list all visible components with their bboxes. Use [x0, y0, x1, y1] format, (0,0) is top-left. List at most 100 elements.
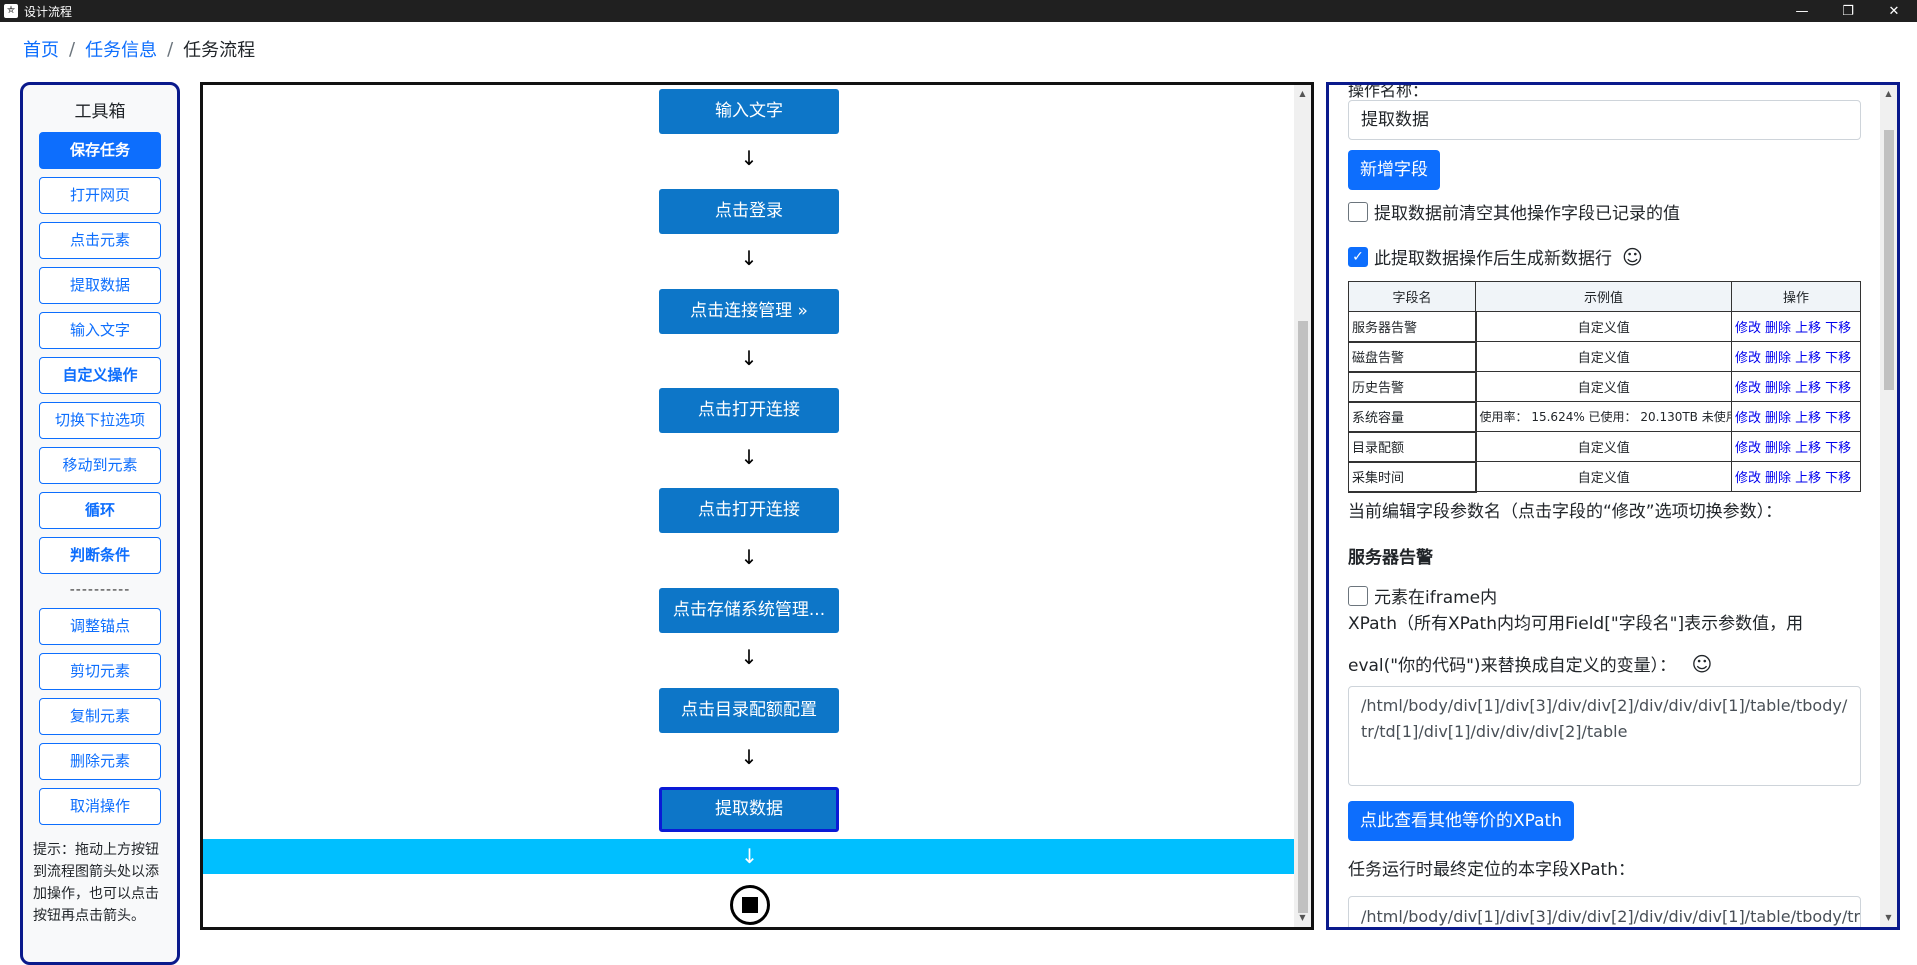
breadcrumb-home-link[interactable]: 首页: [23, 36, 59, 62]
delete-link[interactable]: 删除: [1765, 321, 1791, 336]
flow-node-open-connection[interactable]: 点击打开连接: [659, 388, 839, 433]
edit-link[interactable]: 修改: [1735, 381, 1761, 396]
move-down-link[interactable]: 下移: [1825, 441, 1851, 456]
flow-node-input-text[interactable]: 输入文字: [659, 89, 839, 134]
table-row: 系统容量 使用率： 15.624% 已使用： 20.130TB 未使用 修改 删除…: [1347, 401, 1861, 433]
scroll-up-icon[interactable]: ▲: [1880, 87, 1897, 101]
flow-node-storage-mgmt[interactable]: 点击存储系统管理...: [659, 588, 839, 633]
field-ops: 修改 删除 上移 下移: [1731, 401, 1861, 432]
field-name: 磁盘告警: [1347, 341, 1477, 373]
delete-link[interactable]: 删除: [1765, 411, 1791, 426]
delete-link[interactable]: 删除: [1765, 441, 1791, 456]
scroll-down-icon[interactable]: ▼: [1294, 911, 1311, 925]
edit-link[interactable]: 修改: [1735, 441, 1761, 456]
checkbox-checked-icon[interactable]: ✓: [1348, 246, 1368, 267]
close-button[interactable]: ✕: [1871, 0, 1917, 22]
flow-node-quota-config[interactable]: 点击目录配额配置: [659, 688, 839, 733]
view-equivalent-xpath-button[interactable]: 点此查看其他等价的XPath: [1348, 801, 1574, 841]
maximize-button[interactable]: ❐: [1825, 0, 1871, 22]
flow-arrow-highlighted[interactable]: ↓: [203, 839, 1296, 874]
table-row: 磁盘告警 自定义值 修改 删除 上移 下移: [1347, 341, 1861, 373]
toolbox-title: 工具箱: [74, 102, 126, 122]
move-down-link[interactable]: 下移: [1825, 411, 1851, 426]
smile-icon[interactable]: ☺: [1691, 652, 1712, 676]
move-up-link[interactable]: 上移: [1795, 321, 1821, 336]
toolbox-hint: 提示：拖动上方按钮到流程图箭头处以添加操作，也可以点击按钮再点击箭头。: [33, 842, 159, 924]
minimize-button[interactable]: —: [1779, 0, 1825, 22]
title-bar: ⛤ 设计流程 — ❐ ✕: [0, 0, 1917, 22]
field-ops: 修改 删除 上移 下移: [1731, 371, 1861, 402]
panel-scrollbar[interactable]: ▲ ▼: [1880, 85, 1897, 927]
flow-arrow[interactable]: ↓: [659, 445, 839, 469]
flow-node-extract-data[interactable]: 提取数据: [659, 787, 839, 832]
breadcrumb-task-info-link[interactable]: 任务信息: [85, 36, 157, 62]
move-down-link[interactable]: 下移: [1825, 321, 1851, 336]
adjust-anchor-button[interactable]: 调整锚点: [39, 608, 161, 645]
final-xpath-input[interactable]: /html/body/div[1]/div[3]/div/div[2]/div/…: [1348, 896, 1861, 927]
table-row: 采集时间 自定义值 修改 删除 上移 下移: [1347, 461, 1861, 493]
copy-element-button[interactable]: 复制元素: [39, 698, 161, 735]
input-text-button[interactable]: 输入文字: [39, 312, 161, 349]
delete-element-button[interactable]: 删除元素: [39, 743, 161, 780]
field-value: 自定义值: [1475, 341, 1733, 372]
delete-link[interactable]: 删除: [1765, 471, 1791, 486]
save-task-button[interactable]: 保存任务: [39, 132, 161, 169]
field-name: 采集时间: [1347, 461, 1477, 493]
scroll-up-icon[interactable]: ▲: [1294, 87, 1311, 101]
xpath-textarea[interactable]: /html/body/div[1]/div[3]/div/div[2]/div/…: [1348, 686, 1861, 786]
edit-link[interactable]: 修改: [1735, 411, 1761, 426]
operation-name-input[interactable]: 提取数据: [1348, 100, 1861, 140]
edit-link[interactable]: 修改: [1735, 351, 1761, 366]
flow-node-click-connection-mgmt[interactable]: 点击连接管理 »: [659, 289, 839, 334]
flow-canvas: 输入文字 ↓ 点击登录 ↓ 点击连接管理 » ↓ 点击打开连接 ↓ 点击打开连接…: [200, 82, 1314, 930]
checkbox-icon[interactable]: [1348, 201, 1368, 222]
move-up-link[interactable]: 上移: [1795, 351, 1821, 366]
delete-link[interactable]: 删除: [1765, 381, 1791, 396]
condition-button[interactable]: 判断条件: [39, 537, 161, 574]
flow-node-click-login[interactable]: 点击登录: [659, 189, 839, 234]
panel-scrollbar-thumb[interactable]: [1884, 130, 1894, 390]
click-element-button[interactable]: 点击元素: [39, 222, 161, 259]
flow-arrow[interactable]: ↓: [659, 246, 839, 270]
delete-link[interactable]: 删除: [1765, 351, 1791, 366]
flow-scrollbar-thumb[interactable]: [1298, 321, 1308, 913]
cancel-operation-button[interactable]: 取消操作: [39, 788, 161, 825]
custom-action-button[interactable]: 自定义操作: [39, 357, 161, 394]
new-row-check[interactable]: ✓ 此提取数据操作后生成新数据行 ☺: [1348, 244, 1643, 269]
move-down-link[interactable]: 下移: [1825, 471, 1851, 486]
edit-link[interactable]: 修改: [1735, 321, 1761, 336]
switch-dropdown-button[interactable]: 切换下拉选项: [39, 402, 161, 439]
flow-arrow[interactable]: ↓: [659, 146, 839, 170]
app-icon: ⛤: [4, 4, 18, 18]
flow-arrow[interactable]: ↓: [659, 645, 839, 669]
field-name: 目录配额: [1347, 431, 1477, 463]
move-up-link[interactable]: 上移: [1795, 441, 1821, 456]
move-up-link[interactable]: 上移: [1795, 411, 1821, 426]
move-up-link[interactable]: 上移: [1795, 381, 1821, 396]
smile-icon[interactable]: ☺: [1622, 245, 1643, 269]
flow-arrow[interactable]: ↓: [659, 346, 839, 370]
flow-node-open-connection-2[interactable]: 点击打开连接: [659, 488, 839, 533]
clear-fields-check[interactable]: 提取数据前清空其他操作字段已记录的值: [1348, 199, 1680, 224]
flow-arrow[interactable]: ↓: [659, 745, 839, 769]
move-down-link[interactable]: 下移: [1825, 381, 1851, 396]
flow-scrollbar[interactable]: ▲ ▼: [1294, 85, 1311, 927]
breadcrumb-separator: /: [167, 38, 174, 60]
cut-element-button[interactable]: 剪切元素: [39, 653, 161, 690]
open-page-button[interactable]: 打开网页: [39, 177, 161, 214]
current-param-label: 当前编辑字段参数名（点击字段的“修改”选项切换参数）：: [1348, 502, 1783, 522]
move-up-link[interactable]: 上移: [1795, 471, 1821, 486]
scroll-down-icon[interactable]: ▼: [1880, 911, 1897, 925]
current-param-name: 服务器告警: [1348, 548, 1433, 568]
field-value: 自定义值: [1475, 311, 1733, 342]
move-down-link[interactable]: 下移: [1825, 351, 1851, 366]
flow-arrow[interactable]: ↓: [659, 545, 839, 569]
extract-data-button[interactable]: 提取数据: [39, 267, 161, 304]
move-to-element-button[interactable]: 移动到元素: [39, 447, 161, 484]
breadcrumb-current: 任务流程: [183, 40, 256, 61]
edit-link[interactable]: 修改: [1735, 471, 1761, 486]
loop-button[interactable]: 循环: [39, 492, 161, 529]
checkbox-icon[interactable]: [1348, 585, 1368, 606]
table-header: 字段名: [1347, 281, 1477, 312]
add-field-button[interactable]: 新增字段: [1348, 150, 1440, 190]
